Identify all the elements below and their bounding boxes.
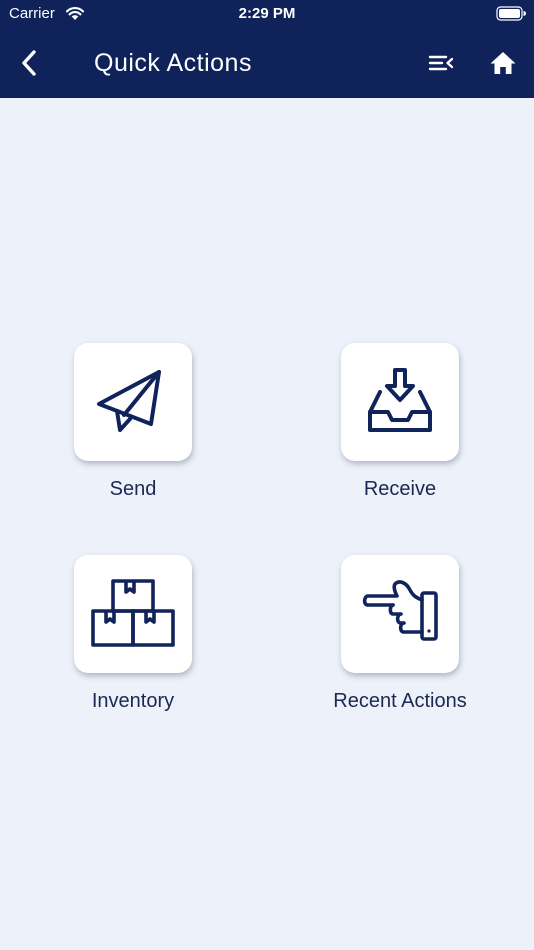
clock: 2:29 PM — [238, 5, 296, 22]
recent-actions-label: Recent Actions — [333, 690, 467, 712]
battery-icon — [496, 6, 526, 21]
paper-plane-icon — [97, 370, 161, 432]
chevron-left-icon — [22, 50, 36, 76]
pointing-hand-icon — [362, 580, 438, 641]
inventory-tile[interactable] — [74, 555, 192, 673]
home-button[interactable] — [486, 46, 520, 80]
receive-action[interactable]: Receive — [290, 343, 510, 533]
page-title: Quick Actions — [94, 49, 252, 77]
inventory-label: Inventory — [91, 690, 175, 712]
home-icon — [490, 52, 516, 74]
menu-collapse-icon — [428, 55, 454, 71]
status-bar: Carrier 2:29 PM — [0, 0, 534, 28]
send-tile[interactable] — [74, 343, 192, 461]
send-action[interactable]: Send — [23, 343, 243, 533]
boxes-icon — [91, 579, 175, 647]
recent-actions-tile[interactable] — [341, 555, 459, 673]
send-label: Send — [109, 478, 157, 500]
inbox-download-icon — [368, 368, 432, 432]
nav-bar: Quick Actions — [0, 28, 534, 98]
back-button[interactable] — [12, 46, 46, 80]
menu-button[interactable] — [424, 46, 458, 80]
recent-actions-action[interactable]: Recent Actions — [290, 555, 510, 745]
inventory-action[interactable]: Inventory — [23, 555, 243, 745]
receive-label: Receive — [363, 478, 437, 500]
app-header: Carrier 2:29 PM Quick Actions — [0, 0, 534, 98]
receive-tile[interactable] — [341, 343, 459, 461]
